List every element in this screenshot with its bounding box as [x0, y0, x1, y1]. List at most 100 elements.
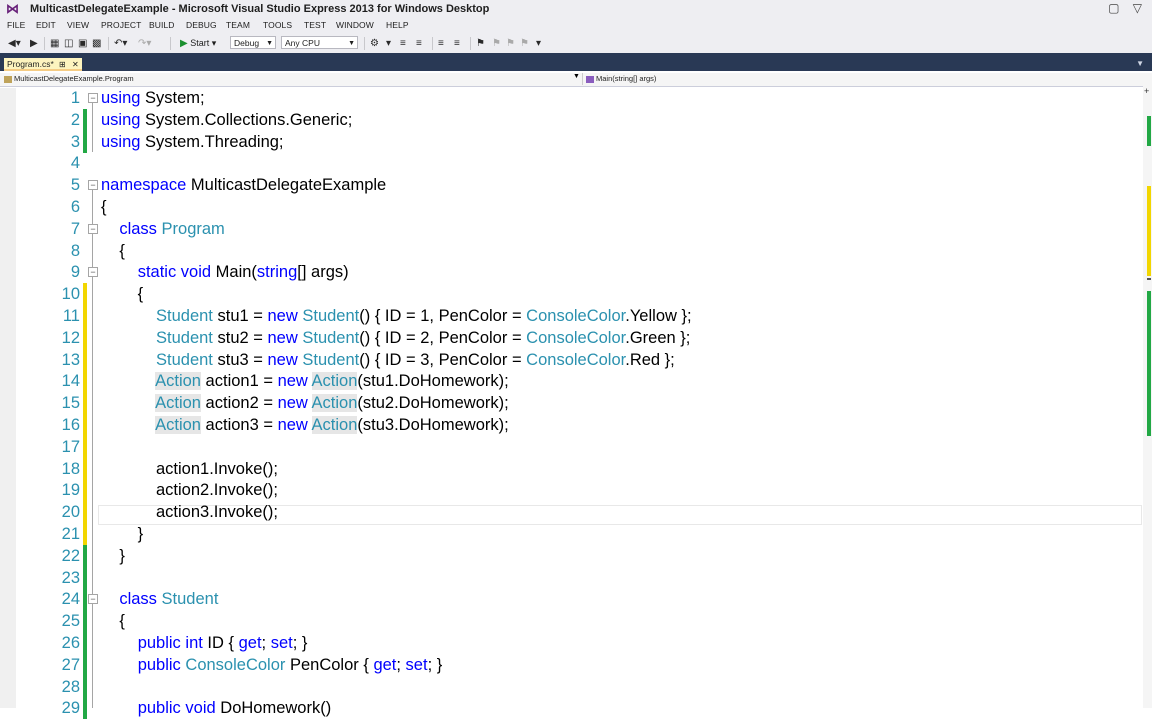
document-tab-row: Program.cs* ⊞ ✕ ▼: [0, 58, 1152, 71]
platform-dropdown[interactable]: Any CPU ▼: [281, 36, 358, 49]
redo-icon[interactable]: ↷▾: [138, 37, 151, 50]
filter-icon[interactable]: ▽: [1133, 1, 1142, 15]
line-number: 21: [61, 525, 80, 543]
code-line[interactable]: 29 public void DoHomework(): [0, 697, 1143, 719]
change-marker: [83, 501, 87, 524]
collapse-icon[interactable]: −: [88, 594, 98, 605]
code-line[interactable]: 1− using System;: [0, 87, 1143, 109]
menu-team[interactable]: TEAM: [226, 20, 250, 30]
start-button[interactable]: ▶ Start ▾: [180, 37, 216, 50]
code-line[interactable]: 2 using System.Collections.Generic;: [0, 108, 1143, 131]
member-dropdown[interactable]: Main(string[] args): [582, 73, 1026, 85]
line-number: 28: [61, 677, 80, 696]
bookmark-icon[interactable]: ⚑: [476, 37, 485, 50]
collapse-icon[interactable]: −: [88, 93, 98, 103]
find-icon[interactable]: ⚙: [370, 37, 379, 50]
line-number: 25: [61, 612, 80, 631]
save-all-icon[interactable]: ▩: [92, 37, 101, 50]
code-line[interactable]: 20 action3.Invoke();: [0, 501, 1143, 524]
code-line[interactable]: 22 }: [0, 544, 1143, 567]
collapse-icon[interactable]: −: [88, 223, 98, 234]
code-text: Student stu1 = new Student() { ID = 1, P…: [156, 307, 692, 325]
menu-file[interactable]: FILE: [7, 20, 25, 30]
toolbar-overflow-icon[interactable]: ▾: [536, 37, 541, 50]
menu-test[interactable]: TEST: [304, 20, 326, 30]
code-line[interactable]: 7− class Program: [0, 218, 1143, 240]
vertical-scrollbar[interactable]: +: [1143, 86, 1152, 708]
comment-icon[interactable]: ≡: [438, 37, 444, 50]
code-line[interactable]: 11 Student stu1 = new Student() { ID = 1…: [0, 305, 1143, 327]
prev-bookmark-icon[interactable]: ⚑: [492, 37, 501, 50]
code-line[interactable]: 8 {: [0, 240, 1143, 262]
collapse-icon[interactable]: −: [88, 180, 98, 191]
menu-window[interactable]: WINDOW: [336, 20, 374, 30]
code-line[interactable]: 17: [0, 435, 1143, 458]
chevron-down-icon: ▼: [348, 40, 355, 47]
change-marker: [83, 588, 87, 611]
code-line[interactable]: 14 Action action1 = new Action(stu1.DoHo…: [0, 370, 1143, 393]
code-line[interactable]: 18 action1.Invoke();: [0, 457, 1143, 480]
open-file-icon[interactable]: ◫: [64, 37, 73, 50]
configuration-dropdown[interactable]: Debug ▼: [230, 36, 276, 49]
save-icon[interactable]: ▣: [78, 37, 87, 50]
overflow-icon[interactable]: ▾: [386, 37, 391, 50]
menu-project[interactable]: PROJECT: [101, 20, 141, 30]
chevron-down-icon[interactable]: ▼: [573, 73, 580, 80]
code-line[interactable]: 10 {: [0, 283, 1143, 306]
change-marker: [83, 697, 87, 719]
code-line[interactable]: 15 Action action2 = new Action(stu2.DoHo…: [0, 392, 1143, 415]
outdent-icon[interactable]: ≡: [416, 37, 422, 50]
code-line[interactable]: 23: [0, 566, 1143, 589]
scroll-position-marker: [1147, 278, 1151, 280]
code-editor[interactable]: 1− using System; 2 using System.Collections…: [0, 87, 1143, 719]
code-line[interactable]: 19 action2.Invoke();: [0, 479, 1143, 502]
split-icon[interactable]: +: [1144, 86, 1149, 96]
code-line[interactable]: 9− static void Main(string[] args): [0, 261, 1143, 283]
code-line[interactable]: 28: [0, 675, 1143, 698]
uncomment-icon[interactable]: ≡: [454, 37, 460, 50]
tab-list-chevron-down-icon[interactable]: ▼: [1136, 59, 1144, 68]
change-marker: [83, 566, 87, 589]
window-title: MulticastDelegateExample - Microsoft Vis…: [30, 3, 490, 15]
code-text: using System.Collections.Generic;: [101, 110, 353, 129]
next-bookmark-icon[interactable]: ⚑: [506, 37, 515, 50]
collapse-icon[interactable]: −: [88, 267, 98, 278]
new-project-icon[interactable]: ▦: [50, 37, 59, 50]
code-line[interactable]: 25 {: [0, 610, 1143, 633]
code-line[interactable]: 12 Student stu2 = new Student() { ID = 2…: [0, 326, 1143, 349]
menu-view[interactable]: VIEW: [67, 20, 89, 30]
indent-icon[interactable]: ≡: [400, 37, 406, 50]
menu-help[interactable]: HELP: [386, 20, 409, 30]
line-number: 18: [61, 459, 80, 478]
code-line[interactable]: 27 public ConsoleColor PenColor { get; s…: [0, 653, 1143, 676]
undo-icon[interactable]: ↶▾: [114, 37, 127, 50]
line-number: 19: [61, 481, 80, 500]
code-text: static void Main(string[] args): [137, 263, 349, 282]
back-icon[interactable]: ◀▾: [8, 37, 21, 50]
code-line[interactable]: 16 Action action3 = new Action(stu3.DoHo…: [0, 414, 1143, 436]
menu-debug[interactable]: DEBUG: [186, 20, 217, 30]
forward-icon[interactable]: ▶: [30, 37, 38, 50]
platform-value: Any CPU: [285, 38, 320, 48]
code-line[interactable]: 6{: [0, 196, 1143, 218]
menu-edit[interactable]: EDIT: [36, 20, 56, 30]
code-text: public int ID { get; set; }: [137, 634, 308, 652]
feedback-icon[interactable]: ▢: [1108, 1, 1119, 15]
code-line[interactable]: 24− class Student: [0, 588, 1143, 611]
code-line[interactable]: 21 }: [0, 523, 1143, 545]
code-line[interactable]: 5− namespace MulticastDelegateExample: [0, 174, 1143, 196]
menu-build[interactable]: BUILD: [149, 20, 175, 30]
code-text: Action action3 = new Action(stu3.DoHomew…: [155, 416, 509, 434]
code-line[interactable]: 3 using System.Threading;: [0, 130, 1143, 153]
pin-icon[interactable]: ⊞: [59, 58, 66, 71]
line-number: 5: [70, 176, 80, 195]
close-icon[interactable]: ✕: [72, 58, 79, 71]
code-line[interactable]: 4: [0, 152, 1143, 174]
code-line[interactable]: 26 public int ID { get; set; }: [0, 632, 1143, 654]
menu-tools[interactable]: TOOLS: [263, 20, 292, 30]
type-dropdown[interactable]: MulticastDelegateExample.Program: [4, 73, 580, 85]
clear-bookmark-icon[interactable]: ⚑: [520, 37, 529, 50]
line-number: 14: [61, 372, 80, 391]
code-line[interactable]: 13 Student stu3 = new Student() { ID = 3…: [0, 348, 1143, 371]
tab-program-cs[interactable]: Program.cs* ⊞ ✕: [4, 58, 82, 71]
